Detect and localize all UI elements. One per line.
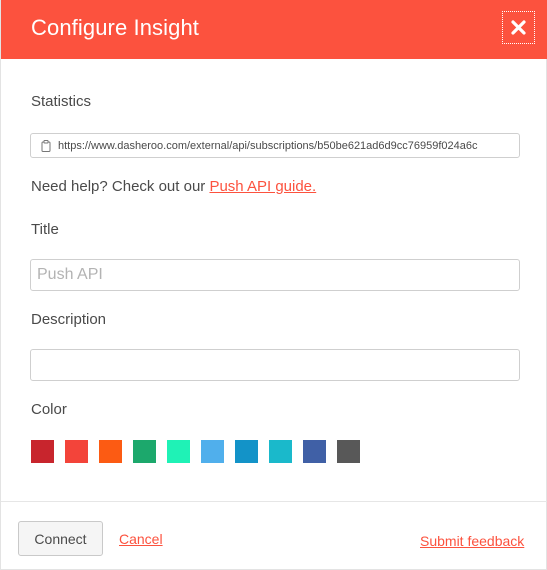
color-swatch-7[interactable] — [235, 440, 258, 463]
help-text: Need help? Check out our Push API guide. — [31, 178, 316, 195]
help-prefix: Need help? Check out our — [31, 178, 210, 195]
dialog-title: Configure Insight — [31, 15, 200, 40]
color-swatch-3[interactable] — [99, 440, 122, 463]
color-swatch-8[interactable] — [269, 440, 292, 463]
color-swatches — [31, 440, 360, 463]
close-button[interactable] — [502, 11, 535, 44]
color-swatch-5[interactable] — [167, 440, 190, 463]
configure-insight-dialog: Configure Insight Statistics https://www… — [0, 0, 547, 570]
description-label: Description — [31, 311, 107, 328]
close-icon — [511, 20, 526, 35]
push-api-guide-link[interactable]: Push API guide. — [209, 178, 316, 195]
statistics-url-field[interactable]: https://www.dasheroo.com/external/api/su… — [30, 133, 520, 158]
color-swatch-10[interactable] — [337, 440, 360, 463]
color-label: Color — [31, 401, 67, 418]
color-swatch-2[interactable] — [65, 440, 88, 463]
clipboard-icon[interactable] — [41, 139, 51, 152]
title-label: Title — [31, 221, 59, 238]
description-input[interactable] — [30, 349, 520, 381]
color-swatch-1[interactable] — [31, 440, 54, 463]
title-input[interactable] — [30, 259, 520, 291]
dialog-header: Configure Insight — [1, 0, 547, 59]
connect-button[interactable]: Connect — [18, 521, 103, 556]
statistics-url-text: https://www.dasheroo.com/external/api/su… — [58, 139, 478, 152]
submit-feedback-link[interactable]: Submit feedback — [420, 533, 524, 549]
cancel-link[interactable]: Cancel — [119, 531, 163, 547]
color-swatch-6[interactable] — [201, 440, 224, 463]
statistics-label: Statistics — [31, 93, 92, 110]
color-swatch-9[interactable] — [303, 440, 326, 463]
color-swatch-4[interactable] — [133, 440, 156, 463]
footer-divider — [1, 501, 547, 502]
